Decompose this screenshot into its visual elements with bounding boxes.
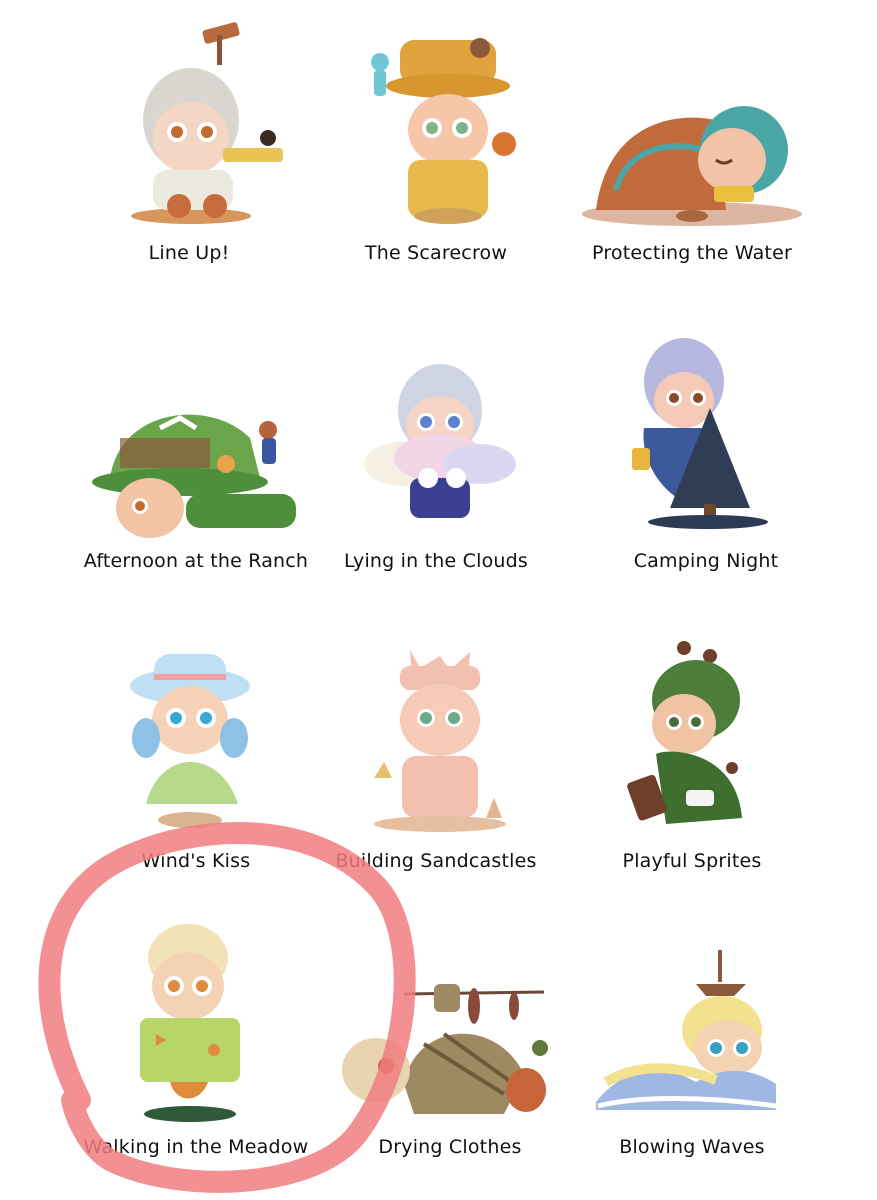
blowing-waves-figure <box>596 950 777 1110</box>
figure-name: Walking in the Meadow <box>83 1136 309 1158</box>
building-sandcastles-figure <box>374 650 506 832</box>
camping-night-figure <box>632 338 768 529</box>
protecting-water-figure <box>582 106 802 226</box>
lying-clouds-figure <box>364 364 516 518</box>
playful-sprites-figure <box>627 641 742 824</box>
figure-name: Protecting the Water <box>592 242 792 264</box>
scarecrow-figure <box>371 38 516 224</box>
figure-name: The Scarecrow <box>364 242 508 264</box>
figure-name: Camping Night <box>633 550 779 572</box>
figure-name: Playful Sprites <box>622 850 762 872</box>
figure-name: Lying in the Clouds <box>343 550 529 572</box>
figure-name: Building Sandcastles <box>335 850 537 872</box>
figure-name: Blowing Waves <box>619 1136 765 1158</box>
walking-meadow-figure <box>140 924 240 1122</box>
